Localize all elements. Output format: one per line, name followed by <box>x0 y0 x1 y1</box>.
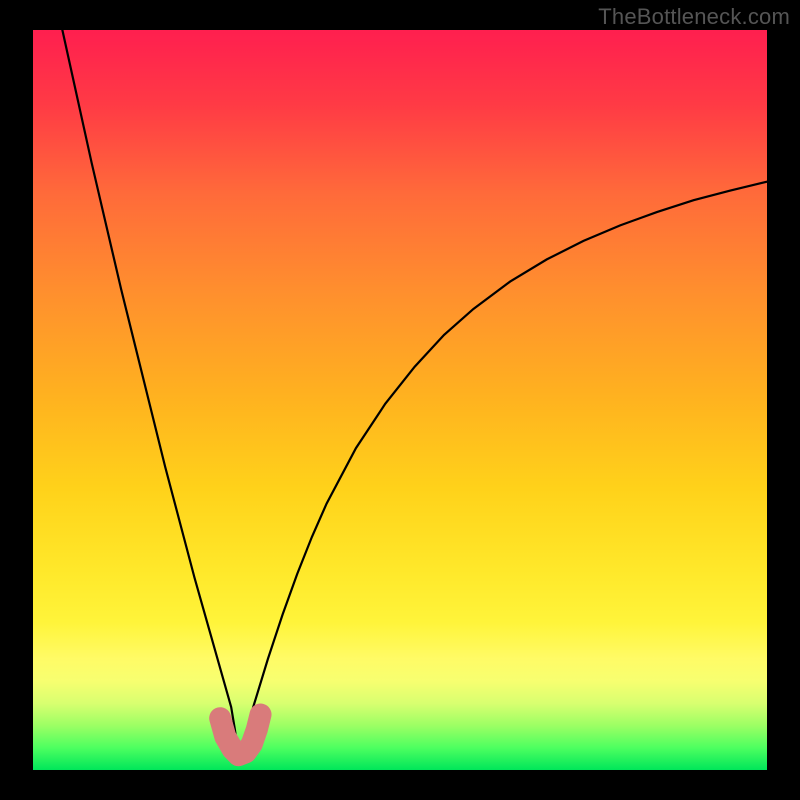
watermark: TheBottleneck.com <box>598 4 790 30</box>
plot-background <box>33 30 767 770</box>
chart-frame: TheBottleneck.com <box>0 0 800 800</box>
bottleneck-chart <box>0 0 800 800</box>
